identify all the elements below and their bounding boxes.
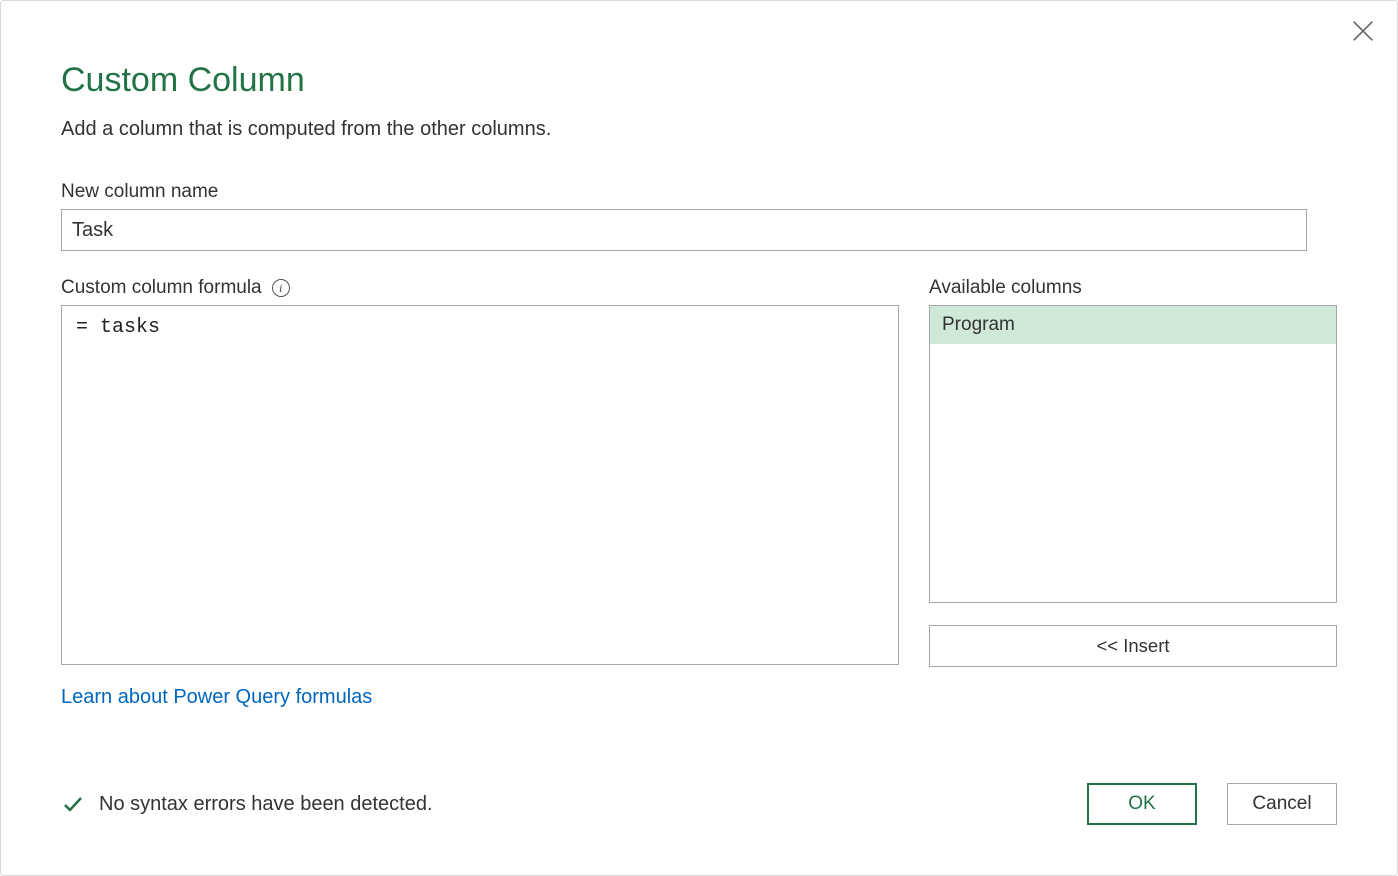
available-columns-label: Available columns <box>929 277 1337 299</box>
formula-label-text: Custom column formula <box>61 277 262 299</box>
ok-button[interactable]: OK <box>1087 783 1197 825</box>
column-item-program[interactable]: Program <box>930 306 1336 344</box>
dialog-title: Custom Column <box>61 61 1337 100</box>
status-message: No syntax errors have been detected. <box>99 793 433 816</box>
custom-column-dialog: Custom Column Add a column that is compu… <box>0 0 1398 876</box>
dialog-subtitle: Add a column that is computed from the o… <box>61 118 1337 141</box>
column-name-input[interactable] <box>61 209 1307 251</box>
insert-button[interactable]: << Insert <box>929 625 1337 667</box>
learn-link[interactable]: Learn about Power Query formulas <box>61 686 372 709</box>
cancel-button[interactable]: Cancel <box>1227 783 1337 825</box>
close-icon <box>1349 17 1377 45</box>
info-icon[interactable]: i <box>272 279 290 297</box>
check-icon <box>61 792 85 816</box>
formula-label: Custom column formula i <box>61 277 899 299</box>
column-name-label: New column name <box>61 181 1307 203</box>
available-columns-list[interactable]: Program <box>929 305 1337 603</box>
status-bar: No syntax errors have been detected. <box>61 792 433 816</box>
close-button[interactable] <box>1349 17 1377 45</box>
formula-input[interactable] <box>61 305 899 665</box>
